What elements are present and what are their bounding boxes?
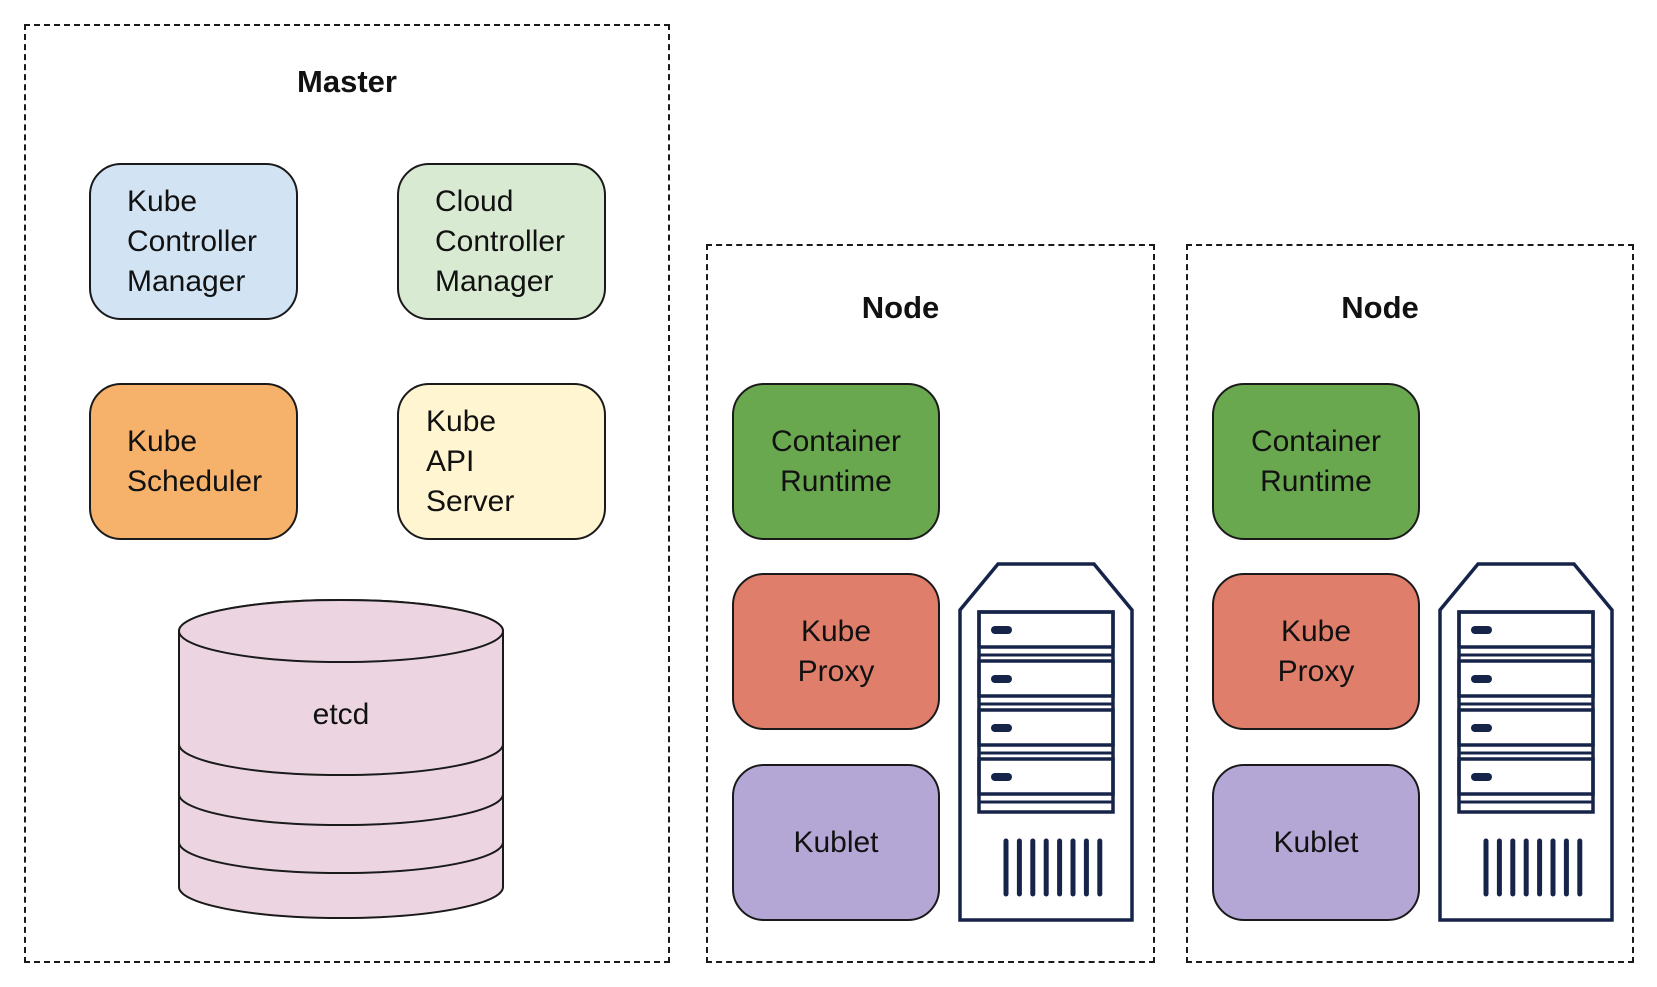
component-label-line: Proxy [797,654,875,688]
server-led [1471,626,1492,634]
server-led [991,626,1012,634]
etcd-label: etcd [312,698,370,731]
component-label-line: Runtime [780,464,892,498]
server-led [991,675,1012,683]
kublet-box: Kublet [732,764,940,921]
server-led [991,724,1012,732]
component-label-line: Kublet [793,825,879,859]
component-label-line: Kube [1280,614,1352,648]
kublet-box: Kublet [1212,764,1420,921]
kube-proxy-box: Kube Proxy [1212,573,1420,730]
server-icon [958,562,1134,922]
container-runtime-box: Container Runtime [1212,383,1420,540]
component-label-line: Proxy [1277,654,1355,688]
component-label-line: Kube [800,614,872,648]
component-label-line: Container [770,424,902,458]
server-led [1471,675,1492,683]
server-led [991,773,1012,781]
server-led [1471,724,1492,732]
component-label-line: Runtime [1260,464,1372,498]
server-icon [1438,562,1614,922]
component-label-line: Kublet [1273,825,1359,859]
node-title: Node [1341,290,1419,325]
node-title: Node [861,290,940,325]
component-label-line: Container [1250,424,1382,458]
etcd-top [178,599,504,663]
server-led [1471,773,1492,781]
container-runtime-box: Container Runtime [732,383,940,540]
kube-proxy-box: Kube Proxy [732,573,940,730]
